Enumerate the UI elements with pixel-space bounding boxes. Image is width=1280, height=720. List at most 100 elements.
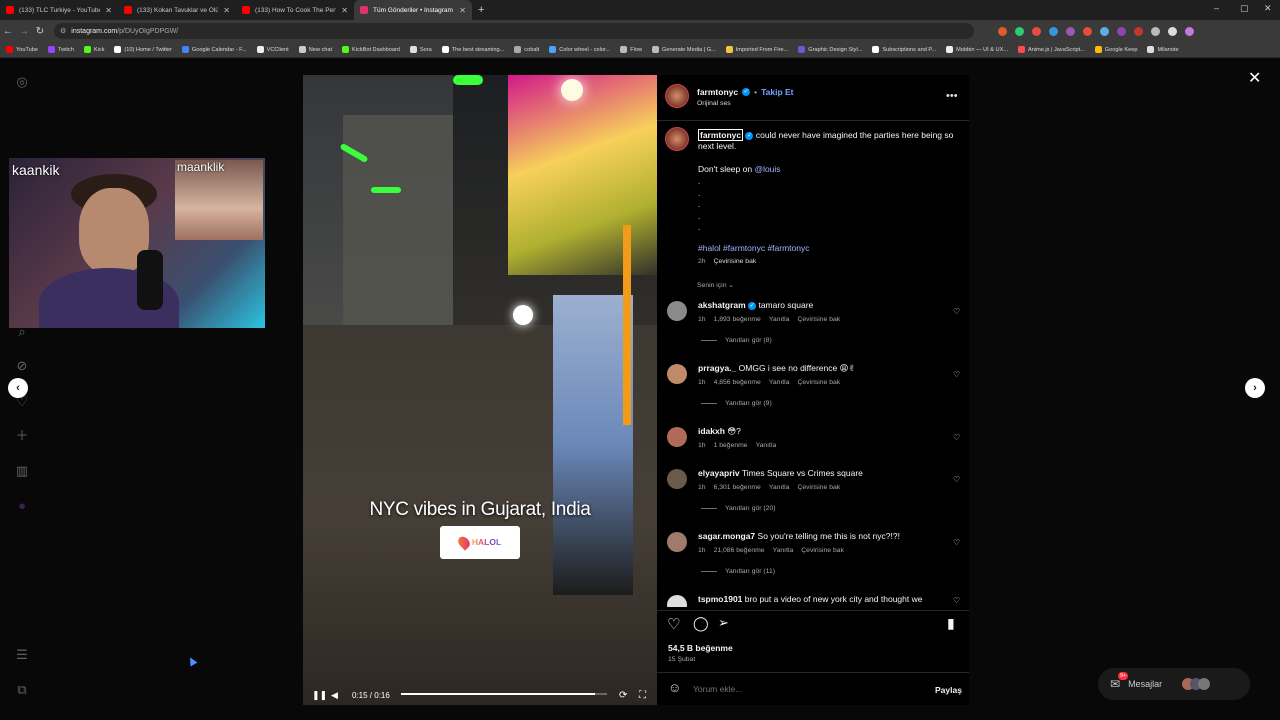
comment-likes[interactable]: 21,086 beğenme	[714, 547, 765, 554]
translate-link[interactable]: Çevirisine bak	[797, 379, 840, 386]
bookmark-item[interactable]: Graphic Design Styl...	[798, 46, 862, 53]
reel-video[interactable]: NYC vibes in Gujarat, India HALOL ❚❚ ◀ 0…	[303, 75, 657, 705]
comment-like-icon[interactable]: ♡	[953, 433, 960, 442]
bookmark-item[interactable]: YouTube	[6, 46, 38, 53]
comment-like-icon[interactable]: ♡	[953, 370, 960, 379]
bookmark-item[interactable]: Color wheel - color...	[549, 46, 610, 53]
bookmark-item[interactable]: KickBot Dashboard	[342, 46, 400, 53]
author-username[interactable]: farmtonyc	[697, 87, 738, 97]
reply-button[interactable]: Yanıtla	[769, 484, 790, 491]
audio-label[interactable]: Orijinal ses	[697, 100, 731, 107]
bookmark-item[interactable]: cobalt	[514, 46, 539, 53]
comment-like-icon[interactable]: ♡	[953, 538, 960, 547]
translate-link[interactable]: Çevirisine bak	[797, 484, 840, 491]
bookmark-item[interactable]: Generate Media | G...	[652, 46, 716, 53]
next-post-button[interactable]: ›	[1245, 378, 1265, 398]
comment-icon[interactable]: ◯	[693, 615, 709, 632]
author-avatar[interactable]	[665, 127, 689, 151]
extension-icon[interactable]	[1134, 26, 1143, 36]
translate-link[interactable]: Çevirisine bak	[801, 547, 844, 554]
close-modal-icon[interactable]: ✕	[1248, 68, 1261, 88]
view-replies-button[interactable]: Yanıtları gör (9)	[701, 400, 772, 407]
commenter-username[interactable]: sagar.monga7	[698, 531, 755, 541]
settings-icon[interactable]: ⟳	[619, 690, 627, 701]
extension-icon[interactable]	[1015, 26, 1024, 36]
extension-icon[interactable]	[1168, 26, 1177, 36]
comment-likes[interactable]: 1,893 beğenme	[714, 316, 761, 323]
site-info-icon[interactable]: ⚙	[60, 27, 66, 35]
view-replies-button[interactable]: Yanıtları gör (8)	[701, 337, 772, 344]
commenter-username[interactable]: tspmo1901	[698, 594, 742, 604]
fullscreen-icon[interactable]: ⛶	[639, 690, 646, 701]
translate-link[interactable]: Çevirisine bak	[797, 316, 840, 323]
bookmark-item[interactable]: Kick	[83, 46, 104, 53]
comment-input[interactable]	[693, 681, 913, 697]
maximize-icon[interactable]: ▢	[1240, 3, 1249, 14]
reply-button[interactable]: Yanıtla	[773, 547, 794, 554]
follow-button[interactable]: Takip Et	[761, 87, 793, 97]
mention-link[interactable]: @louis	[754, 164, 780, 174]
bookmark-item[interactable]: Flow	[620, 46, 642, 53]
new-tab-button[interactable]: +	[478, 4, 484, 16]
bookmark-item[interactable]: (10) Home / Twitter	[114, 46, 172, 53]
bookmark-item[interactable]: Anime.js | JavaScript...	[1018, 46, 1085, 53]
commenter-avatar[interactable]	[667, 595, 687, 607]
comment-likes[interactable]: 1 beğenme	[714, 442, 748, 449]
bookmark-item[interactable]: Sora	[409, 46, 432, 53]
emoji-icon[interactable]: ☺	[668, 680, 681, 695]
browser-tab-active[interactable]: Tüm Gönderiler • Instagram ✕	[354, 0, 472, 20]
close-tab-icon[interactable]: ✕	[459, 6, 466, 15]
hashtags[interactable]: #halol #farmtonyc #farmtonyc	[698, 243, 810, 253]
back-icon[interactable]: ←	[0, 26, 16, 37]
reload-icon[interactable]: ↻	[32, 26, 48, 37]
bookmark-item[interactable]: Milanote	[1147, 46, 1179, 53]
post-comment-button[interactable]: Paylaş	[935, 685, 962, 695]
bookmark-item[interactable]: The best streaming...	[441, 46, 504, 53]
likes-count[interactable]: 54,5 B beğenme	[668, 643, 733, 653]
extension-icon[interactable]	[998, 26, 1007, 36]
share-icon[interactable]: ➢	[718, 615, 729, 631]
profile-avatar-icon[interactable]	[1185, 26, 1194, 36]
messages-bar[interactable]: ✉ 9+ Mesajlar	[1098, 668, 1250, 700]
view-replies-button[interactable]: Yanıtları gör (11)	[701, 568, 775, 575]
video-progress-bar[interactable]	[401, 693, 607, 695]
author-avatar[interactable]	[665, 84, 689, 108]
close-window-icon[interactable]: ✕	[1264, 3, 1272, 14]
like-heart-icon[interactable]: ♡	[667, 615, 680, 633]
bookmark-item[interactable]: Imported From Fire...	[725, 46, 788, 53]
volume-icon[interactable]: ◀	[331, 690, 338, 701]
previous-post-button[interactable]: ‹	[8, 378, 28, 398]
save-bookmark-icon[interactable]: ▮	[947, 615, 955, 632]
close-tab-icon[interactable]: ✕	[341, 6, 348, 15]
location-sticker[interactable]: HALOL	[440, 526, 520, 559]
translate-link[interactable]: Çevirisine bak	[714, 258, 757, 265]
more-options-icon[interactable]: •••	[946, 90, 958, 102]
bookmark-item[interactable]: New chat	[298, 46, 332, 53]
bookmark-item[interactable]: Subscriptions and P...	[872, 46, 936, 53]
close-tab-icon[interactable]: ✕	[223, 6, 230, 15]
view-replies-button[interactable]: Yanıtları gör (20)	[701, 505, 776, 512]
comment-likes[interactable]: 6,301 beğenme	[714, 484, 761, 491]
comment-likes[interactable]: 4,856 beğenme	[714, 379, 761, 386]
extension-icon[interactable]	[1083, 26, 1092, 36]
bookmark-item[interactable]: Twitch	[47, 46, 74, 53]
browser-tab[interactable]: (133) Kokan Tavuklar ve Ölü M... ✕	[118, 0, 236, 20]
commenter-username[interactable]: prragya._	[698, 363, 736, 373]
reply-button[interactable]: Yanıtla	[756, 442, 777, 449]
comment-like-icon[interactable]: ♡	[953, 307, 960, 316]
pause-icon[interactable]: ❚❚	[312, 690, 327, 701]
commenter-avatar[interactable]	[667, 301, 687, 321]
commenter-avatar[interactable]	[667, 427, 687, 447]
bookmark-item[interactable]: Google Calendar - F...	[181, 46, 247, 53]
extension-icon[interactable]	[1117, 26, 1126, 36]
extension-icon[interactable]	[1066, 26, 1075, 36]
commenter-avatar[interactable]	[667, 532, 687, 552]
reply-button[interactable]: Yanıtla	[769, 316, 790, 323]
url-field[interactable]: ⚙ instagram.com/p/DUyOIgPDPGW/	[54, 23, 974, 39]
bookmark-item[interactable]: Google Keep	[1094, 46, 1137, 53]
extension-icon[interactable]	[1049, 26, 1058, 36]
minimize-icon[interactable]: –	[1214, 3, 1219, 13]
commenter-username[interactable]: akshatgram	[698, 300, 746, 310]
close-tab-icon[interactable]: ✕	[105, 6, 112, 15]
comment-like-icon[interactable]: ♡	[953, 475, 960, 484]
